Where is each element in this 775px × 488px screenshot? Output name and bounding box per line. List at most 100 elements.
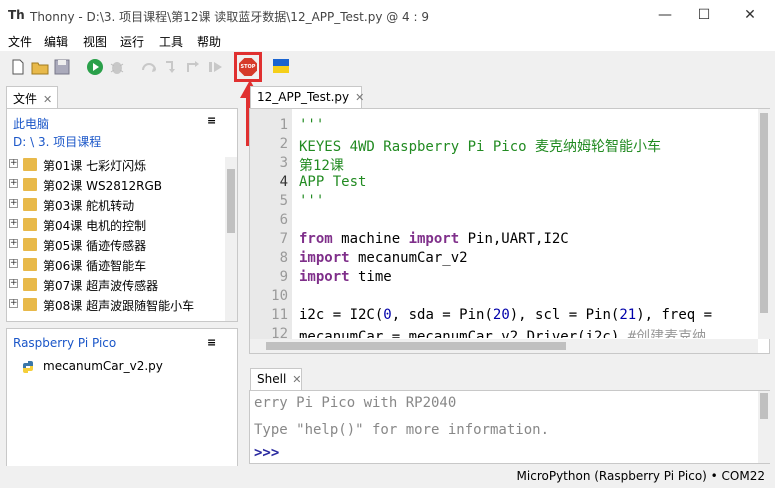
list-item[interactable]: + 第04课 电机的控制 [7,215,223,235]
run-icon[interactable] [86,58,104,76]
line-number: 12 [271,326,288,338]
folder-icon [23,238,37,251]
scrollbar-thumb[interactable] [266,342,566,350]
tab-editor-file[interactable]: 12_APP_Test.py ✕ [250,86,364,108]
list-item[interactable]: + 第01课 七彩灯闪烁 [7,155,223,175]
menu-help[interactable]: 帮助 [197,33,221,50]
window-title: Thonny - D:\3. 项目课程\第12课 读取蓝牙数据\12_APP_T… [30,10,429,24]
menu-edit[interactable]: 编辑 [44,33,68,50]
this-pc-label[interactable]: 此电脑 [13,115,49,132]
debug-icon[interactable] [108,58,126,76]
line-number: 3 [279,155,288,171]
tab-close-icon[interactable]: ✕ [43,93,52,106]
tab-close-icon[interactable]: ✕ [292,373,301,386]
file-browser: 此电脑 ≡ D: \ 3. 项目课程 + 第01课 七彩灯闪烁 + 第02课 WS2… [6,108,238,322]
folder-icon [23,178,37,191]
menu-bar: 文件 编辑 视图 运行 工具 帮助 [0,31,775,51]
line-number: 1 [279,117,288,133]
step-into-icon[interactable] [162,58,180,76]
code-line: import mecanumCar_v2 [299,250,468,266]
thonny-logo-icon: Th [8,8,25,22]
code-line: from machine import Pin,UART,I2C [299,231,569,247]
status-bar: MicroPython (Raspberry Pi Pico) • COM22 [0,466,775,488]
code-line: mecanumCar = mecanumCar_v2.Driver(i2c) #… [299,329,707,338]
code-line: ''' [299,193,325,209]
list-item[interactable]: + 第05课 循迹传感器 [7,235,223,255]
tab-shell[interactable]: Shell ✕ [250,368,302,390]
maximize-button[interactable]: ☐ [694,6,714,24]
step-out-icon[interactable] [184,58,202,76]
expand-icon[interactable]: + [9,259,18,268]
expand-icon[interactable]: + [9,179,18,188]
line-number: 4 [279,174,288,190]
folder-icon [23,198,37,211]
code-editor[interactable]: 1 2 3 4 5 6 7 8 9 10 11 12 ''' KEYES 4WD… [249,108,770,354]
device-file-browser: Raspberry Pi Pico ≡ mecanumCar_v2.py [6,328,238,468]
line-number: 11 [271,307,288,323]
expand-icon[interactable]: + [9,199,18,208]
resume-icon[interactable] [206,58,224,76]
folder-icon [23,258,37,271]
minimize-button[interactable]: — [655,6,675,24]
code-line: APP Test [299,174,367,190]
line-number: 2 [279,136,288,152]
device-title[interactable]: Raspberry Pi Pico [13,336,116,350]
code-line: ''' [299,117,325,133]
folder-icon [23,278,37,291]
expand-icon[interactable]: + [9,239,18,248]
python-file-icon [23,361,33,373]
file-browser-menu-icon[interactable]: ≡ [207,114,216,127]
new-file-icon[interactable] [9,58,27,76]
shell-tab-label: Shell [257,372,287,386]
line-number-gutter: 1 2 3 4 5 6 7 8 9 10 11 12 [250,109,292,339]
save-icon[interactable] [53,58,71,76]
tab-close-icon[interactable]: ✕ [355,91,364,104]
expand-icon[interactable]: + [9,299,18,308]
menu-view[interactable]: 视图 [83,33,107,50]
interpreter-status[interactable]: MicroPython (Raspberry Pi Pico) • COM22 [517,469,765,483]
close-button[interactable]: ✕ [740,6,760,24]
list-item[interactable]: + 第07课 超声波传感器 [7,275,223,295]
toolbar [0,51,775,85]
device-menu-icon[interactable]: ≡ [207,336,216,349]
line-number: 10 [271,288,288,304]
list-item[interactable]: + 第06课 循迹智能车 [7,255,223,275]
folder-icon [23,218,37,231]
folder-icon [23,298,37,311]
code-line: KEYES 4WD Raspberry Pi Pico 麦克纳姆轮智能小车 [299,139,662,155]
shell-output-line: erry Pi Pico with RP2040 [254,395,457,411]
line-number: 5 [279,193,288,209]
line-number: 7 [279,231,288,247]
expand-icon[interactable]: + [9,159,18,168]
code-line: 第12课 [299,158,344,174]
ukraine-flag-icon[interactable] [273,59,289,73]
step-over-icon[interactable] [140,58,158,76]
expand-icon[interactable]: + [9,219,18,228]
list-item[interactable]: + 第03课 舵机转动 [7,195,223,215]
folder-icon [23,158,37,171]
line-number: 8 [279,250,288,266]
tab-files-label: 文件 [13,92,38,106]
title-bar: Th Thonny - D:\3. 项目课程\第12课 读取蓝牙数据\12_AP… [0,0,775,31]
file-name: mecanumCar_v2.py [43,359,163,373]
list-item[interactable]: + 第02课 WS2812RGB [7,175,223,195]
menu-tools[interactable]: 工具 [159,33,183,50]
code-line: import time [299,269,392,285]
menu-run[interactable]: 运行 [120,33,144,50]
shell-prompt[interactable]: >>> [254,445,279,461]
scrollbar-thumb[interactable] [760,393,768,419]
scrollbar-thumb[interactable] [760,113,768,313]
expand-icon[interactable]: + [9,279,18,288]
list-item[interactable]: + 第08课 超声波跟随智能小车 [7,295,223,315]
code-line: i2c = I2C(0, sda = Pin(20), scl = Pin(21… [299,307,713,323]
tab-files[interactable]: 文件 ✕ [6,86,58,108]
scrollbar-thumb[interactable] [227,169,235,233]
current-path[interactable]: D: \ 3. 项目课程 [13,133,101,150]
shell-console[interactable]: erry Pi Pico with RP2040 Type "help()" f… [249,390,770,464]
shell-output-line: Type "help()" for more information. [254,422,550,438]
editor-tab-label: 12_APP_Test.py [257,90,350,104]
line-number: 9 [279,269,288,285]
line-number: 6 [279,212,288,228]
menu-file[interactable]: 文件 [8,33,32,50]
open-file-icon[interactable] [31,58,49,76]
